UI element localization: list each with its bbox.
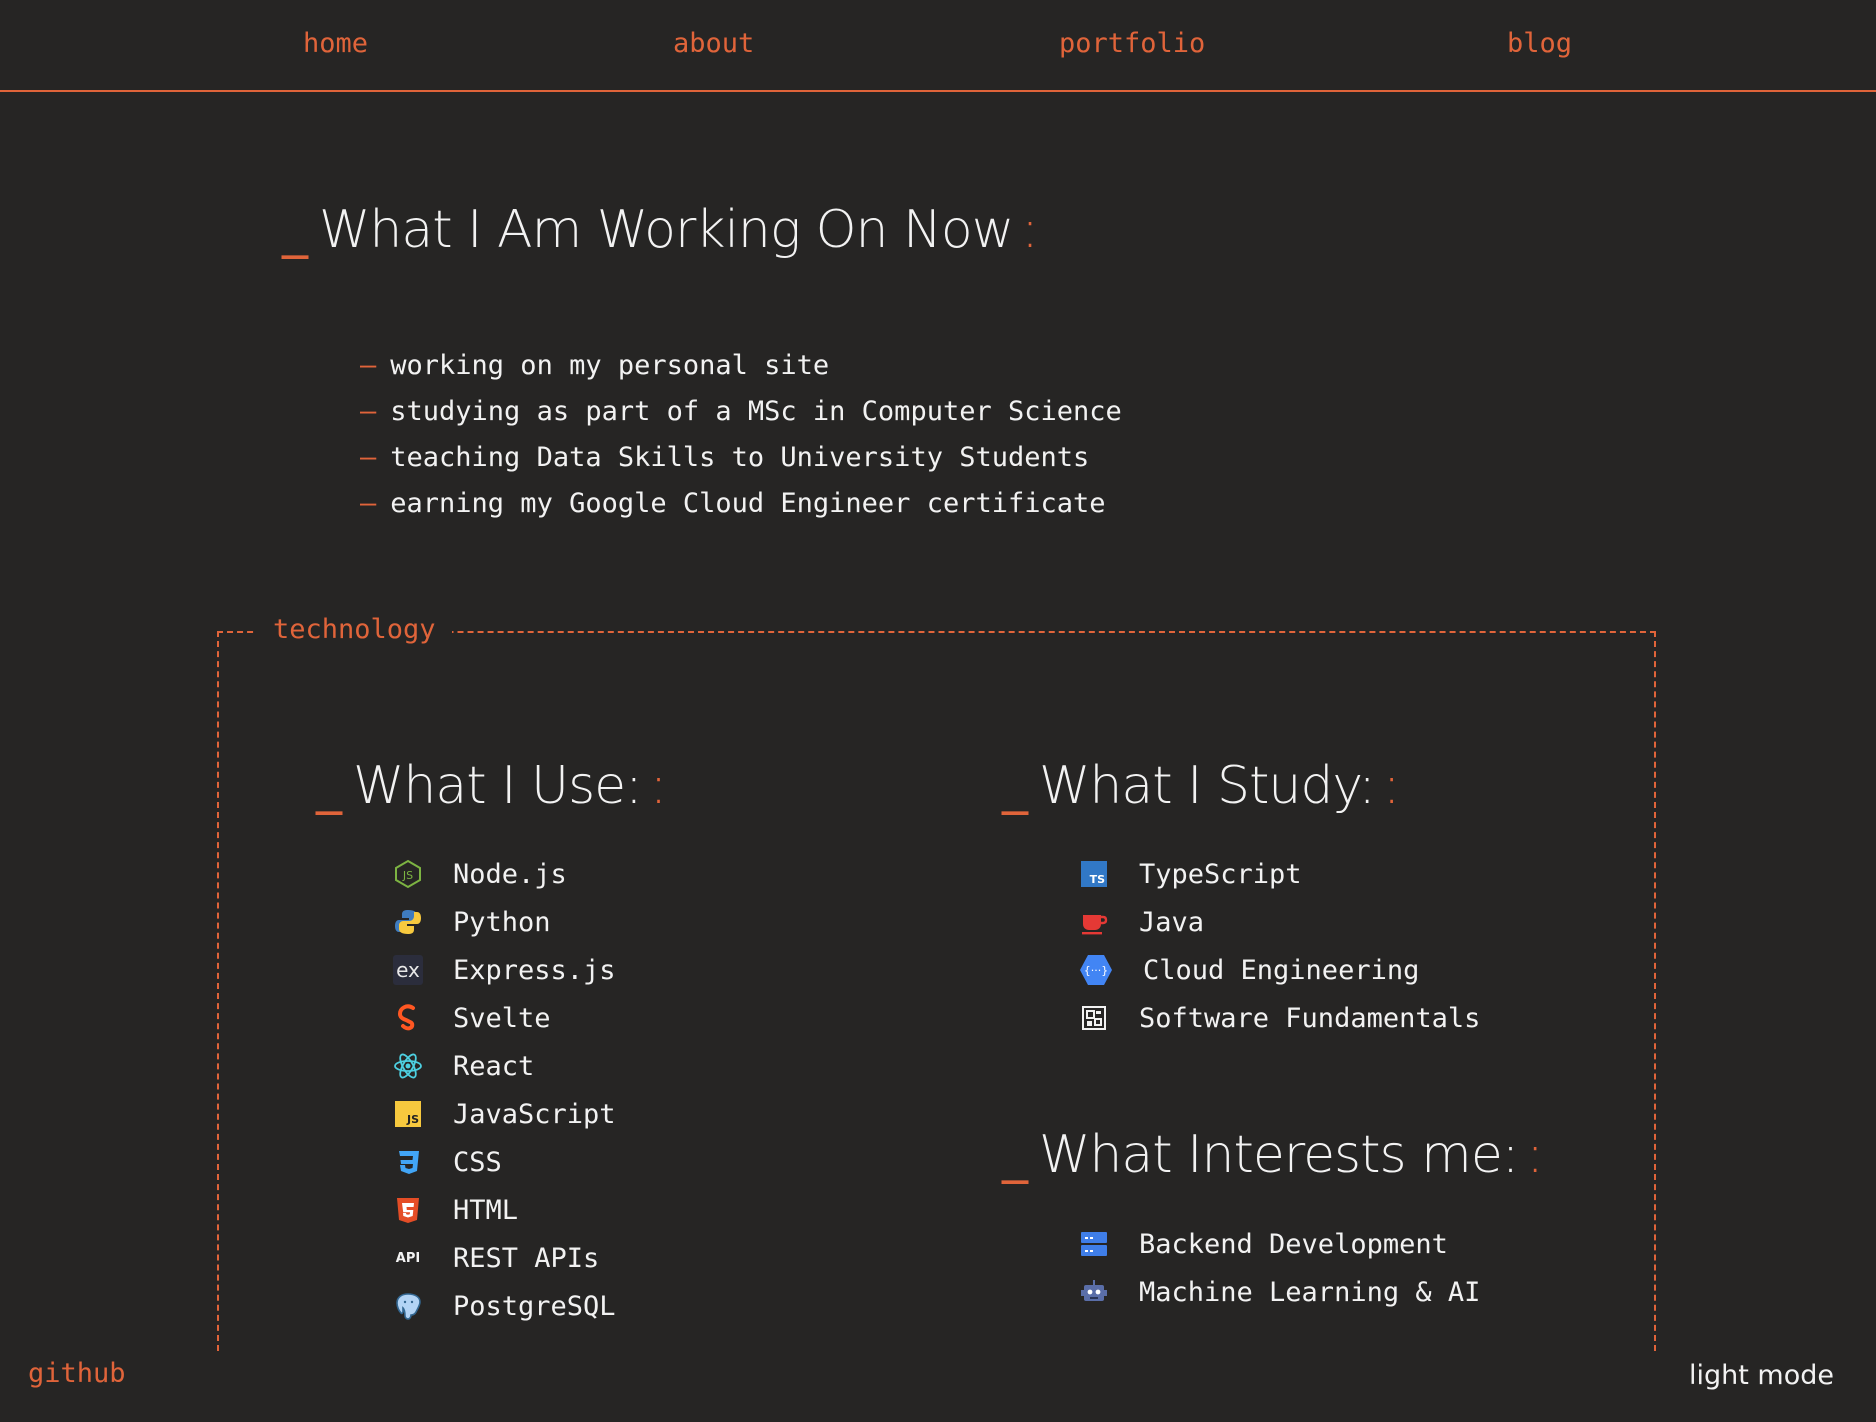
- list-item: JS JavaScript: [393, 1090, 616, 1138]
- api-glyph: API: [395, 1250, 421, 1266]
- list-item-label: Java: [1139, 906, 1205, 938]
- cloud-engineering-glyph: {···}: [1084, 964, 1109, 977]
- list-item-label: CSS: [453, 1146, 502, 1178]
- list-item-label: PostgreSQL: [453, 1290, 616, 1322]
- css-icon: [393, 1147, 423, 1177]
- list-item-label: REST APIs: [453, 1242, 600, 1274]
- dash-marker: –: [360, 488, 377, 519]
- list-item: Machine Learning & AI: [1079, 1268, 1480, 1316]
- server-icon: [1079, 1229, 1109, 1259]
- typescript-glyph: TS: [1089, 873, 1105, 886]
- heading-text: What I Use:: [353, 756, 643, 816]
- list-item-label: HTML: [453, 1194, 519, 1226]
- list-item-text: working on my personal site: [390, 350, 830, 381]
- nav-about-link[interactable]: about: [673, 28, 754, 59]
- list-item: React: [393, 1042, 616, 1090]
- typescript-icon: TS: [1081, 861, 1107, 887]
- heading-text: What I Study:: [1039, 756, 1376, 816]
- svelte-icon: [393, 1003, 423, 1033]
- what-i-use-list: JS Node.js Python ex Express.js Svelte R…: [393, 850, 616, 1330]
- list-item-text: earning my Google Cloud Engineer certifi…: [390, 488, 1106, 519]
- list-item-label: Machine Learning & AI: [1139, 1276, 1481, 1308]
- nav-blog-link[interactable]: blog: [1507, 28, 1572, 59]
- cloud-engineering-icon: {···}: [1079, 953, 1113, 987]
- list-item-label: Cloud Engineering: [1143, 954, 1420, 986]
- heading-prefix: _: [1002, 756, 1028, 816]
- react-icon: [393, 1051, 423, 1081]
- list-item: {···} Cloud Engineering: [1079, 946, 1480, 994]
- what-i-study-heading: _ What I Study::: [1002, 756, 1401, 816]
- working-on-list: – working on my personal site – studying a…: [360, 348, 1122, 532]
- top-nav: home about portfolio blog: [0, 0, 1876, 92]
- what-i-study-list: TS TypeScript Java {···} Cloud Engineeri…: [1079, 850, 1480, 1042]
- list-item: – teaching Data Skills to University Stud…: [360, 440, 1122, 486]
- dash-marker: –: [360, 396, 377, 427]
- list-item: CSS: [393, 1138, 616, 1186]
- what-i-use-heading: _ What I Use::: [316, 756, 668, 816]
- list-item-label: React: [453, 1050, 535, 1082]
- list-item: Java: [1079, 898, 1480, 946]
- heading-suffix: :: [1382, 756, 1401, 816]
- nav-home-link[interactable]: home: [303, 28, 368, 59]
- dash-marker: –: [360, 442, 377, 473]
- what-interests-me-heading: _ What Interests me::: [1002, 1125, 1544, 1185]
- express-glyph: ex: [396, 958, 420, 982]
- list-item: Software Fundamentals: [1079, 994, 1480, 1042]
- list-item-label: TypeScript: [1139, 858, 1302, 890]
- robot-icon: [1079, 1277, 1109, 1307]
- list-item: JS Node.js: [393, 850, 616, 898]
- heading-text: What Interests me:: [1039, 1125, 1519, 1185]
- api-icon: API: [393, 1243, 423, 1273]
- java-icon: [1079, 907, 1109, 937]
- nav-portfolio-link[interactable]: portfolio: [1059, 28, 1205, 59]
- list-item-label: Backend Development: [1139, 1228, 1448, 1260]
- list-item: Python: [393, 898, 616, 946]
- list-item: – studying as part of a MSc in Computer S…: [360, 394, 1122, 440]
- list-item-label: Express.js: [453, 954, 616, 986]
- software-fundamentals-icon: [1079, 1003, 1109, 1033]
- heading-prefix: _: [282, 200, 308, 260]
- list-item: Backend Development: [1079, 1220, 1480, 1268]
- list-item-label: JavaScript: [453, 1098, 616, 1130]
- dash-marker: –: [360, 350, 377, 381]
- list-item-label: Software Fundamentals: [1139, 1002, 1481, 1034]
- python-icon: [393, 907, 423, 937]
- list-item: Svelte: [393, 994, 616, 1042]
- nodejs-icon: JS: [393, 859, 423, 889]
- list-item-text: studying as part of a MSc in Computer Sc…: [390, 396, 1122, 427]
- express-icon: ex: [393, 955, 423, 985]
- postgresql-icon: [393, 1291, 423, 1321]
- heading-text: What I Am Working On Now: [319, 200, 1014, 260]
- list-item-label: Svelte: [453, 1002, 551, 1034]
- list-item: TS TypeScript: [1079, 850, 1480, 898]
- list-item-text: teaching Data Skills to University Stude…: [390, 442, 1090, 473]
- html-icon: [393, 1195, 423, 1225]
- javascript-icon: JS: [395, 1101, 421, 1127]
- what-interests-me-list: Backend Development Machine Learning & A…: [1079, 1220, 1480, 1316]
- light-mode-toggle[interactable]: light mode: [1689, 1360, 1834, 1391]
- heading-prefix: _: [1002, 1125, 1028, 1185]
- github-link[interactable]: github: [28, 1358, 126, 1389]
- list-item: PostgreSQL: [393, 1282, 616, 1330]
- list-item: HTML: [393, 1186, 616, 1234]
- heading-suffix: :: [649, 756, 668, 816]
- list-item: API REST APIs: [393, 1234, 616, 1282]
- list-item: – earning my Google Cloud Engineer certif…: [360, 486, 1122, 532]
- javascript-glyph: JS: [406, 1113, 419, 1126]
- heading-suffix: :: [1526, 1125, 1544, 1185]
- technology-legend: technology: [257, 614, 452, 645]
- heading-prefix: _: [316, 756, 342, 816]
- list-item-label: Node.js: [453, 858, 567, 890]
- list-item-label: Python: [453, 906, 551, 938]
- list-item: ex Express.js: [393, 946, 616, 994]
- working-on-heading: _ What I Am Working On Now:: [282, 200, 1039, 260]
- svg-text:JS: JS: [402, 869, 413, 882]
- list-item: – working on my personal site: [360, 348, 1122, 394]
- heading-suffix: :: [1021, 200, 1039, 260]
